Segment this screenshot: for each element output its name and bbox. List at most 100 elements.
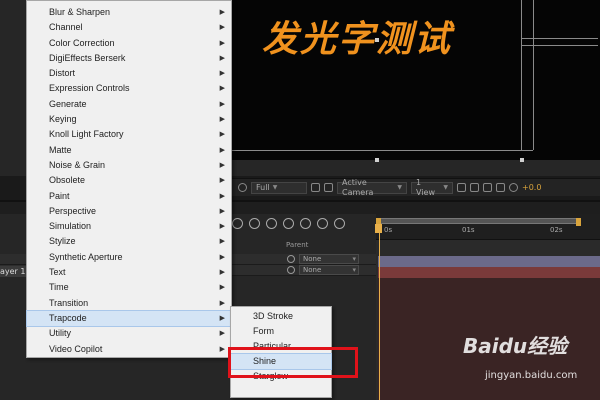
menu-item-keying[interactable]: Keying ▶ xyxy=(27,112,231,127)
safe-area-guide xyxy=(521,45,598,46)
resolution-value: Full xyxy=(256,182,270,192)
layer-duration-bar[interactable] xyxy=(378,267,600,278)
menu-item-label: Knoll Light Factory xyxy=(49,129,124,140)
submenu-arrow-icon: ▶ xyxy=(219,161,225,169)
submenu-arrow-icon: ▶ xyxy=(219,299,225,307)
menu-item-utility[interactable]: Utility ▶ xyxy=(27,326,231,341)
region-of-interest-icon[interactable] xyxy=(311,183,320,192)
color-channel-icon[interactable] xyxy=(238,183,247,192)
menu-item-label: Trapcode xyxy=(49,312,87,323)
submenu-arrow-icon: ▶ xyxy=(219,54,225,62)
menu-item-label: Generate xyxy=(49,98,87,109)
menu-item-label: Distort xyxy=(49,68,76,79)
menu-item-text[interactable]: Text ▶ xyxy=(27,265,231,280)
menu-item-channel[interactable]: Channel ▶ xyxy=(27,20,231,35)
safe-area-guide xyxy=(521,38,598,39)
frame-blending-icon[interactable] xyxy=(300,218,311,229)
menu-item-transition[interactable]: Transition ▶ xyxy=(27,296,231,311)
menu-item-noise-grain[interactable]: Noise & Grain ▶ xyxy=(27,158,231,173)
reset-exposure-icon[interactable] xyxy=(509,183,518,192)
view-layout-dropdown[interactable]: 1 View ▼ xyxy=(411,178,453,197)
exposure-value[interactable]: +0.0 xyxy=(522,183,541,192)
comp-flowchart-icon[interactable] xyxy=(496,183,505,192)
camera-value: Active Camera xyxy=(342,177,374,197)
submenu-arrow-icon: ▶ xyxy=(219,253,225,261)
menu-item-simulation[interactable]: Simulation ▶ xyxy=(27,219,231,234)
submenu-arrow-icon: ▶ xyxy=(219,330,225,338)
submenu-item-form[interactable]: Form xyxy=(231,324,331,339)
menu-item-label: Keying xyxy=(49,114,77,125)
submenu-arrow-icon: ▶ xyxy=(219,131,225,139)
parent-column-header: Parent xyxy=(286,241,309,249)
menu-item-expression-controls[interactable]: Expression Controls ▶ xyxy=(27,81,231,96)
submenu-arrow-icon: ▶ xyxy=(219,345,225,353)
work-area-bar[interactable] xyxy=(378,218,580,224)
submenu-arrow-icon: ▶ xyxy=(219,116,225,124)
menu-item-label: Blur & Sharpen xyxy=(49,7,111,17)
menu-item-label: Matte xyxy=(49,144,72,155)
menu-item-perspective[interactable]: Perspective ▶ xyxy=(27,204,231,219)
menu-item-blur-sharpen[interactable]: Blur & Sharpen ▶ xyxy=(27,5,231,20)
submenu-arrow-icon: ▶ xyxy=(219,9,225,16)
submenu-arrow-icon: ▶ xyxy=(219,39,225,47)
live-update-icon[interactable] xyxy=(249,218,260,229)
menu-item-trapcode[interactable]: Trapcode ▶ xyxy=(26,309,232,328)
view-layout-value: 1 View xyxy=(416,177,435,197)
hide-shy-layers-icon[interactable] xyxy=(283,218,294,229)
menu-item-matte[interactable]: Matte ▶ xyxy=(27,143,231,158)
current-time-indicator[interactable] xyxy=(379,224,380,400)
camera-dropdown[interactable]: Active Camera ▼ xyxy=(337,178,407,197)
watermark-logo: Baidu经验 xyxy=(463,334,568,358)
menu-item-label: DigiEffects Berserk xyxy=(49,52,126,63)
safe-area-guide xyxy=(228,150,533,151)
submenu-arrow-icon: ▶ xyxy=(219,238,225,246)
menu-item-synthetic-aperture[interactable]: Synthetic Aperture ▶ xyxy=(27,250,231,265)
resolution-dropdown[interactable]: Full ▼ xyxy=(251,181,307,194)
submenu-arrow-icon: ▶ xyxy=(219,314,225,322)
pick-whip-icon[interactable] xyxy=(287,255,295,263)
toggle-pixel-aspect-icon[interactable] xyxy=(457,183,466,192)
menu-item-generate[interactable]: Generate ▶ xyxy=(27,97,231,112)
pick-whip-icon[interactable] xyxy=(287,266,295,274)
menu-item-label: Obsolete xyxy=(49,175,86,186)
layer-duration-bar[interactable] xyxy=(378,256,600,267)
comp-mini-flowchart-icon[interactable] xyxy=(232,218,243,229)
menu-item-time[interactable]: Time ▶ xyxy=(27,280,231,295)
playhead-handle[interactable] xyxy=(375,224,382,233)
ruler-label: 02s xyxy=(550,226,563,234)
layer-handle[interactable] xyxy=(375,158,379,162)
menu-item-knoll-light-factory[interactable]: Knoll Light Factory ▶ xyxy=(27,127,231,142)
menu-item-label: Expression Controls xyxy=(49,83,130,94)
menu-item-label: Video Copilot xyxy=(49,343,103,354)
menu-item-label: Time xyxy=(49,282,69,293)
ruler-label: 01s xyxy=(462,226,475,234)
menu-item-distort[interactable]: Distort ▶ xyxy=(27,66,231,81)
timeline-icon[interactable] xyxy=(483,183,492,192)
menu-item-label: Transition xyxy=(49,297,89,308)
draft-3d-icon[interactable] xyxy=(266,218,277,229)
motion-blur-icon[interactable] xyxy=(317,218,328,229)
parent-dropdown[interactable]: None xyxy=(299,265,359,275)
submenu-item-3d-stroke[interactable]: 3D Stroke xyxy=(231,309,331,324)
time-ruler[interactable]: 0s 01s 02s xyxy=(376,214,600,240)
menu-item-stylize[interactable]: Stylize ▶ xyxy=(27,234,231,249)
composition-text-layer[interactable]: 发光字测试 xyxy=(262,10,452,62)
submenu-arrow-icon: ▶ xyxy=(219,146,225,154)
menu-item-label: 3D Stroke xyxy=(253,311,294,321)
work-area-end-handle[interactable] xyxy=(576,218,581,226)
menu-item-video-copilot[interactable]: Video Copilot ▶ xyxy=(27,342,231,357)
menu-item-paint[interactable]: Paint ▶ xyxy=(27,189,231,204)
graph-editor-icon[interactable] xyxy=(334,218,345,229)
menu-item-digieffects-berserk[interactable]: DigiEffects Berserk ▶ xyxy=(27,51,231,66)
menu-item-color-correction[interactable]: Color Correction ▶ xyxy=(27,36,231,51)
submenu-arrow-icon: ▶ xyxy=(219,100,225,108)
fast-previews-icon[interactable] xyxy=(470,183,479,192)
submenu-arrow-icon: ▶ xyxy=(219,24,225,32)
menu-item-label: Synthetic Aperture xyxy=(49,251,123,262)
layer-handle[interactable] xyxy=(375,38,379,42)
layer-handle[interactable] xyxy=(520,158,524,162)
parent-dropdown[interactable]: None xyxy=(299,254,359,264)
transparency-grid-icon[interactable] xyxy=(324,183,333,192)
menu-item-obsolete[interactable]: Obsolete ▶ xyxy=(27,173,231,188)
menu-item-label: Utility xyxy=(49,328,71,339)
